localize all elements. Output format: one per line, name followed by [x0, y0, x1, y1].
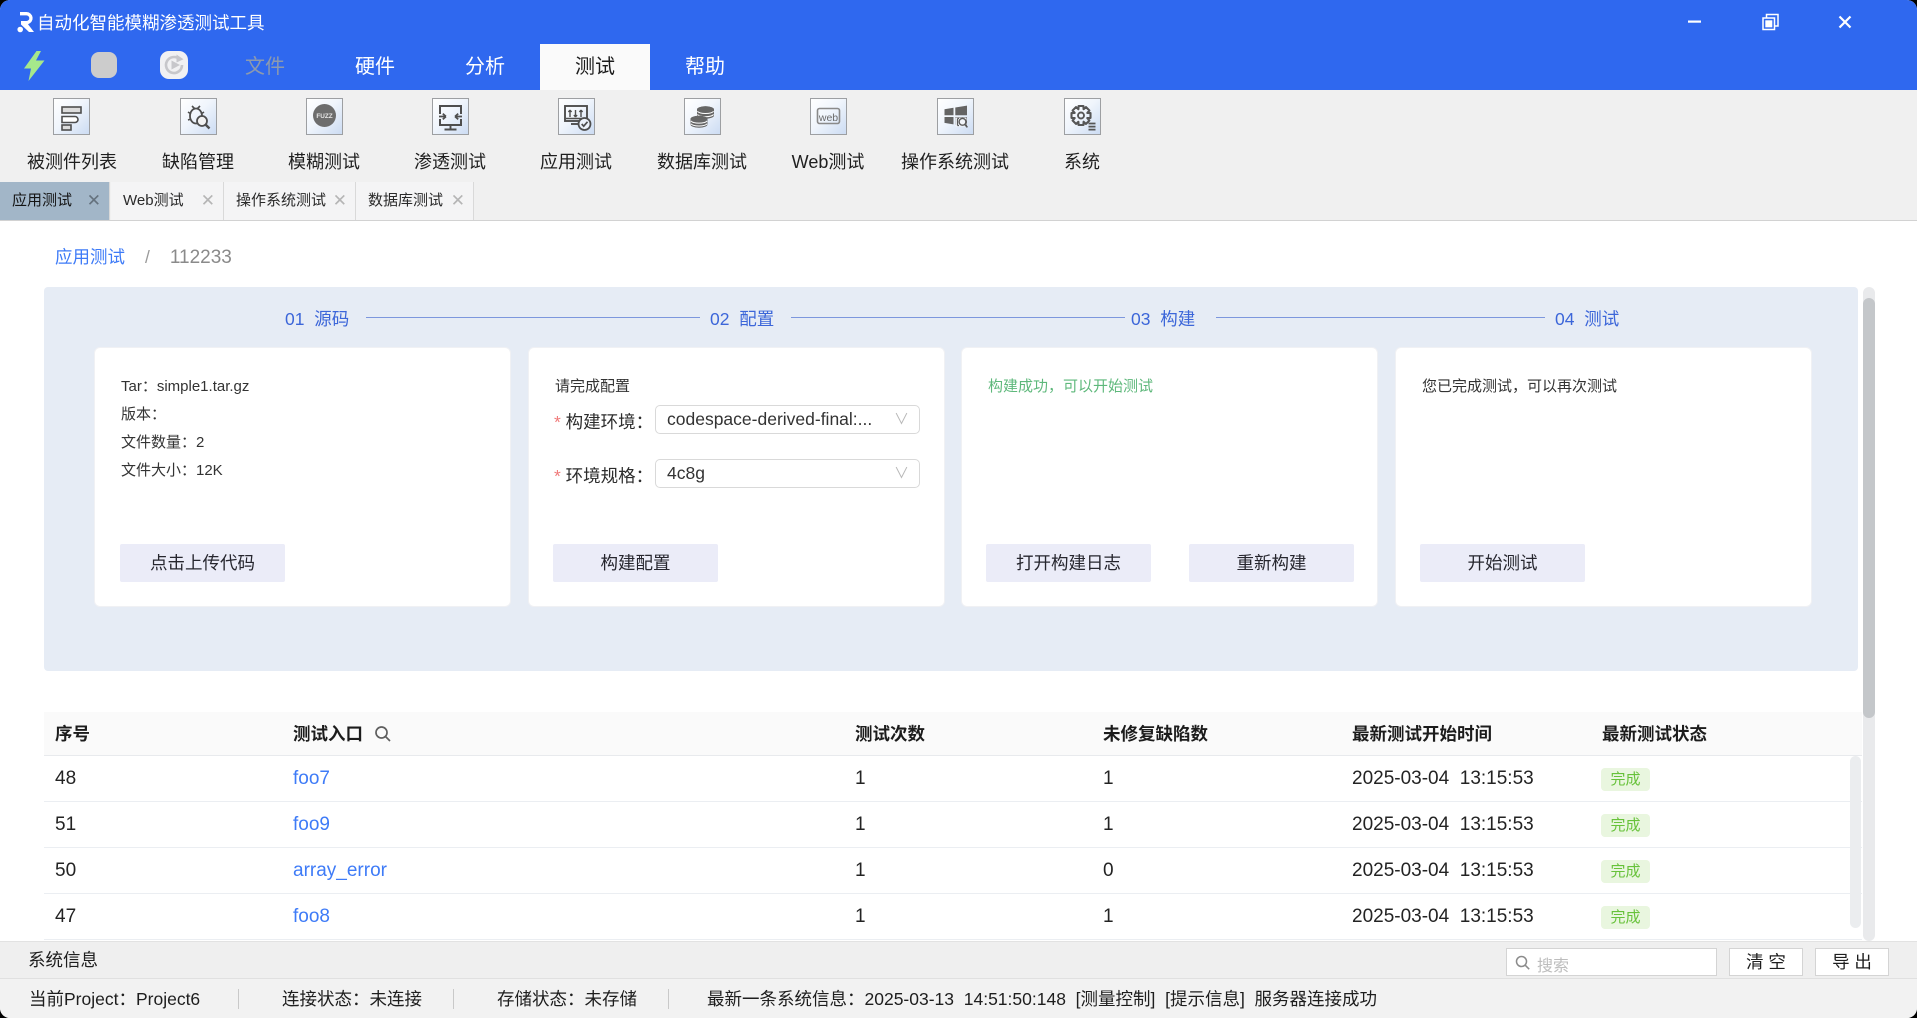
svg-text:FUZZ: FUZZ	[316, 113, 332, 120]
svg-text:web: web	[818, 112, 838, 124]
